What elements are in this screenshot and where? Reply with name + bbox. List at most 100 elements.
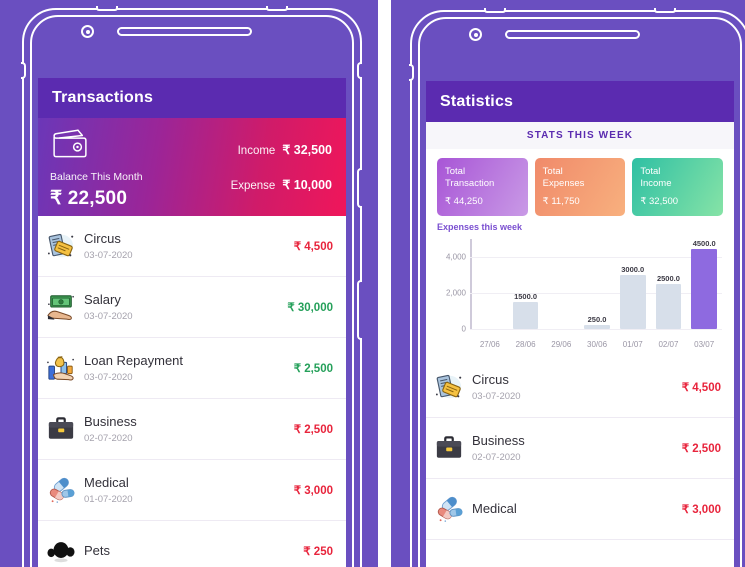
summary-card-value: ₹ 44,250 — [445, 196, 483, 208]
transaction-name: Medical — [84, 474, 129, 490]
summary-card-3[interactable]: Total Income ₹ 32,500 — [632, 158, 724, 217]
transaction-amount: ₹ 4,500 — [293, 241, 333, 253]
transaction-icon — [426, 492, 472, 526]
transaction-amount: ₹ 2,500 — [293, 363, 333, 375]
transaction-name: Loan Repayment — [84, 352, 184, 368]
transaction-list[interactable]: Circus 03-07-2020 ₹ 4,500 Salary 03-07-2… — [38, 216, 346, 567]
transaction-list-statistics[interactable]: Circus 03-07-2020 ₹ 4,500 Business 02-07… — [426, 357, 734, 541]
transaction-row[interactable]: Circus 03-07-2020 ₹ 4,500 — [38, 216, 346, 277]
transaction-row[interactable]: Salary 03-07-2020 ₹ 30,000 — [38, 277, 346, 338]
transaction-row[interactable]: Medical ₹ 3,000 — [426, 479, 734, 541]
transaction-amount: ₹ 2,500 — [681, 443, 721, 456]
summary-card-title: Total Income — [640, 166, 672, 189]
chart-bar-column — [543, 239, 579, 329]
phone-device-statistics: Statistics STATS THIS WEEK Total Transact… — [391, 0, 745, 567]
income-label: Income — [237, 145, 276, 157]
chart-bar — [691, 249, 718, 330]
chart-x-tick-label: 29/06 — [551, 340, 572, 350]
transaction-date: 01-07-2020 — [84, 494, 133, 506]
pills-icon — [49, 477, 75, 503]
stats-week-band: STATS THIS WEEK — [426, 122, 734, 149]
phone2-frame-tab-right — [654, 8, 676, 13]
appbar-statistics: Statistics — [426, 81, 734, 122]
phone2-earpiece-speaker — [505, 30, 640, 39]
frame-tab-left — [96, 6, 118, 11]
briefcase-icon — [48, 417, 74, 439]
stats-week-title: STATS THIS WEEK — [526, 130, 634, 141]
transaction-row[interactable]: Business 02-07-2020 ₹ 2,500 — [38, 399, 346, 460]
transaction-details: Medical — [472, 501, 682, 517]
balance-summary-card: Balance This Month ₹ 22,500 Income ₹ 32,5… — [38, 118, 346, 216]
expenses-chart-container: 1500.0 250.0 3000.0 2500.0 4500.0 27/06 28/06… — [426, 235, 734, 358]
phone2-front-camera-icon — [469, 28, 482, 41]
transaction-details: Salary 03-07-2020 — [84, 292, 287, 322]
transaction-details: Circus 03-07-2020 — [84, 231, 294, 261]
transaction-details: Pets — [84, 543, 303, 559]
transaction-name: Business — [472, 433, 525, 449]
transaction-row[interactable]: Circus 03-07-2020 ₹ 4,500 — [426, 357, 734, 419]
transaction-row[interactable]: Pets ₹ 250 — [38, 521, 346, 567]
chart-x-tick-label: 28/06 — [515, 340, 536, 350]
transaction-details: Business 02-07-2020 — [472, 433, 682, 463]
frame-side-notch-left — [21, 62, 26, 79]
chart-bar-column: 4500.0 — [686, 239, 722, 330]
transaction-amount: ₹ 2,500 — [293, 424, 333, 436]
screenshot-stage: Transactions Balance This Month ₹ 22,500 — [0, 0, 745, 567]
chart-y-tick-label: 4,000 — [445, 252, 466, 262]
balance-left: Balance This Month ₹ 22,500 — [38, 118, 200, 216]
summary-card-value: ₹ 11,750 — [542, 196, 580, 208]
summary-card-title: Total Expenses — [542, 166, 585, 189]
summary-card-title: Total Transaction — [445, 166, 495, 189]
summary-card-1[interactable]: Total Transaction ₹ 44,250 — [437, 158, 528, 217]
chart-bar — [584, 324, 610, 330]
pills-icon — [437, 496, 463, 523]
transaction-name: Circus — [472, 372, 509, 388]
balance-label: Balance This Month — [50, 171, 143, 183]
briefcase-icon — [436, 436, 462, 458]
transaction-details: Circus 03-07-2020 — [472, 372, 682, 402]
paws-icon — [47, 542, 75, 563]
app-screen-transactions: Transactions Balance This Month ₹ 22,500 — [38, 78, 346, 567]
chart-bar-value-label: 250.0 — [587, 314, 607, 324]
transaction-icon — [38, 290, 84, 324]
transaction-row[interactable]: Medical 01-07-2020 ₹ 3,000 — [38, 460, 346, 521]
transaction-details: Business 02-07-2020 — [84, 414, 294, 444]
transaction-date: 03-07-2020 — [472, 391, 521, 403]
transaction-name: Salary — [84, 291, 121, 307]
transaction-date: 03-07-2020 — [84, 250, 133, 262]
transaction-name: Pets — [84, 542, 111, 558]
transaction-icon — [38, 473, 84, 507]
expense-row: Expense ₹ 10,000 — [231, 177, 332, 192]
transaction-amount: ₹ 4,500 — [681, 382, 721, 395]
expense-value: ₹ 10,000 — [282, 178, 332, 192]
transaction-icon — [38, 412, 84, 446]
transaction-details: Loan Repayment 03-07-2020 — [84, 353, 294, 383]
transaction-icon — [38, 229, 84, 263]
transaction-row[interactable]: Loan Repayment 03-07-2020 ₹ 2,500 — [38, 338, 346, 399]
balance-right: Income ₹ 32,500 Expense ₹ 10,000 — [200, 118, 346, 216]
expenses-bar-chart[interactable]: 1500.0 250.0 3000.0 2500.0 4500.0 27/06 28/06… — [432, 235, 724, 355]
chart-bar-value-label: 3000.0 — [621, 265, 645, 275]
transaction-name: Medical — [472, 501, 517, 517]
transaction-icon — [38, 351, 84, 385]
chart-bar — [655, 284, 682, 330]
transaction-icon — [426, 370, 472, 404]
summary-cards: Total Transaction ₹ 44,250 Total Expenses ₹… — [426, 149, 734, 221]
chart-x-tick-label: 02/07 — [658, 340, 679, 350]
money-hand-icon — [47, 295, 74, 321]
chart-bar-value-label: 2500.0 — [656, 274, 680, 284]
app-screen-statistics: Statistics STATS THIS WEEK Total Transact… — [426, 81, 734, 567]
transaction-row[interactable]: Business 02-07-2020 ₹ 2,500 — [426, 418, 734, 480]
transaction-amount: ₹ 30,000 — [287, 302, 333, 314]
chart-bar — [512, 302, 539, 330]
loan-hand-icon — [47, 356, 74, 381]
income-value: ₹ 32,500 — [282, 143, 332, 157]
summary-card-2[interactable]: Total Expenses ₹ 11,750 — [534, 158, 626, 217]
transaction-date: 02-07-2020 — [84, 433, 133, 445]
transaction-date: 03-07-2020 — [84, 372, 133, 384]
chart-bar-column: 2500.0 — [651, 239, 687, 330]
chart-y-tick-label: 2,000 — [445, 288, 466, 298]
chart-x-labels: 27/06 28/06 29/06 30/06 01/07 02/07 03/07 — [472, 340, 722, 349]
chart-x-tick-label: 01/07 — [622, 340, 643, 350]
panel-divider — [378, 0, 391, 567]
